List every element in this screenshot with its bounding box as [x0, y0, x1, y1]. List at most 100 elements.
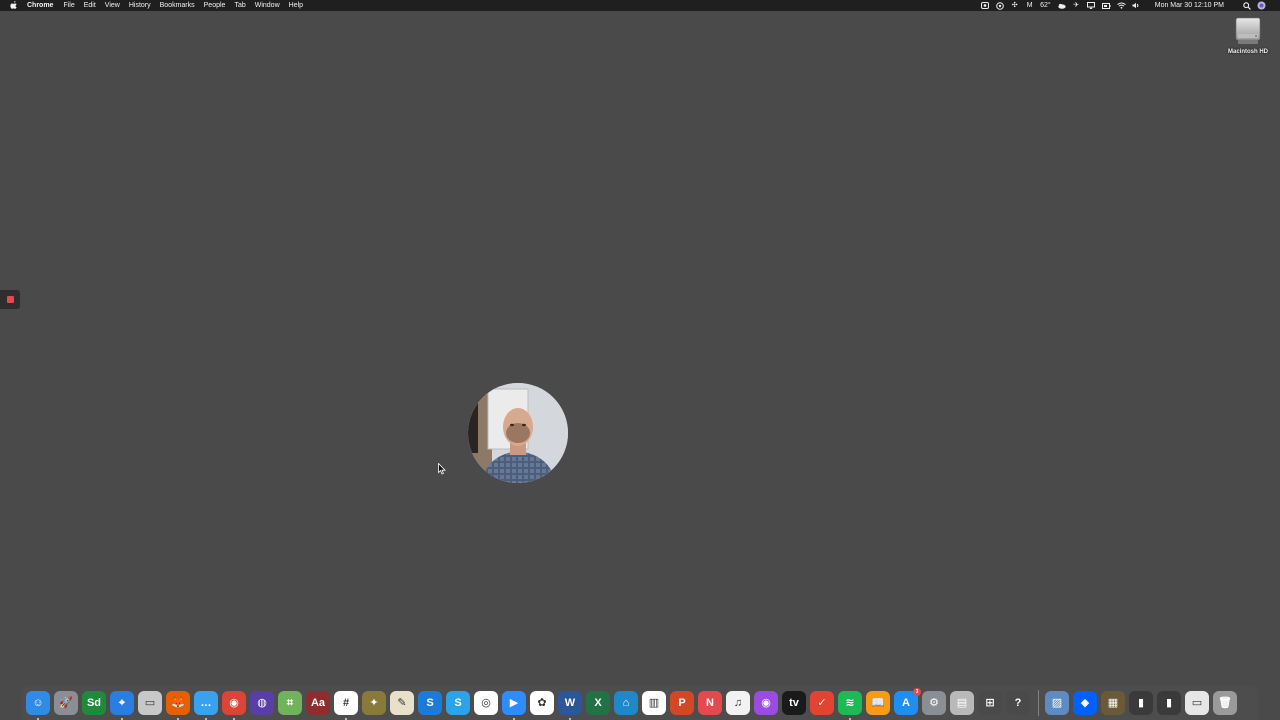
dock-item-powerpoint[interactable]: P: [670, 691, 694, 715]
dock-item-chrome[interactable]: ◉: [222, 691, 246, 720]
menu-edit[interactable]: Edit: [84, 0, 96, 11]
dock-item-scrivener[interactable]: S: [418, 691, 442, 715]
dock-item-folder-stack[interactable]: ▭: [1185, 691, 1209, 715]
trash-icon: 🗑: [1218, 696, 1232, 709]
dock-item-todoist[interactable]: ✓: [810, 691, 834, 715]
menu-people[interactable]: People: [204, 0, 226, 11]
dock-item-textedit[interactable]: ✎: [390, 691, 414, 715]
slack-icon: #: [342, 696, 350, 709]
record-stop-button[interactable]: [0, 290, 20, 309]
dock-item-drive[interactable]: ▭: [138, 691, 162, 715]
dock-item-spotify[interactable]: ≋: [838, 691, 862, 720]
notes-icon: ▤: [956, 696, 968, 709]
dock-item-siri[interactable]: ◍: [250, 691, 274, 715]
battery-icon[interactable]: [1101, 1, 1111, 10]
gmail-icon[interactable]: M: [1025, 1, 1034, 10]
sheets-icon: Sd: [86, 696, 102, 709]
news-icon: N: [706, 696, 714, 709]
numbers-icon: ▥: [648, 696, 660, 709]
apple-menu-icon[interactable]: [10, 1, 18, 10]
photos-icon: ✿: [537, 696, 547, 709]
volume-icon[interactable]: [1132, 1, 1141, 10]
dock-item-zoom[interactable]: ▶: [502, 691, 526, 720]
help-icon: ?: [1014, 696, 1022, 709]
mouse-cursor-icon: [438, 462, 446, 475]
dock-item-grid-app[interactable]: ⊞: [978, 691, 1002, 715]
dock-item-preview[interactable]: ▨: [1045, 691, 1069, 715]
dock-item-firefox[interactable]: 🦊: [166, 691, 190, 720]
dock-item-app-store[interactable]: A3: [894, 688, 921, 715]
dock-item-excel[interactable]: X: [586, 691, 610, 715]
dock-item-numbers[interactable]: ▥: [642, 691, 666, 715]
menu-history[interactable]: History: [129, 0, 151, 11]
screen-record-icon[interactable]: [980, 1, 989, 10]
dropbox-icon: ◆: [1080, 696, 1090, 709]
dock-item-dictionary[interactable]: Aa: [306, 691, 330, 715]
dock-item-notes[interactable]: ▤: [950, 691, 974, 715]
wifi-icon[interactable]: [1116, 1, 1126, 10]
dock-item-skype[interactable]: S: [446, 691, 470, 715]
cloud-icon[interactable]: [1057, 1, 1066, 10]
dock-item-maps[interactable]: ⌗: [278, 691, 302, 715]
dock-item-books[interactable]: 📖: [866, 691, 890, 715]
dock-item-folder-docs[interactable]: ▮: [1129, 691, 1153, 715]
clock-text[interactable]: Mon Mar 30 12:10 PM: [1155, 0, 1224, 11]
dock-item-folder-apps[interactable]: ▮: [1157, 691, 1181, 715]
airplay-icon[interactable]: [1087, 1, 1096, 10]
zoom-icon: ▶: [509, 696, 519, 709]
hard-drive-icon: [1234, 16, 1262, 46]
menu-bookmarks[interactable]: Bookmarks: [160, 0, 195, 11]
bird-icon[interactable]: ✈: [1072, 1, 1081, 10]
desktop-icon-label: Macintosh HD: [1227, 49, 1268, 55]
extension-icon[interactable]: ✣: [1010, 1, 1019, 10]
temperature-text[interactable]: 62°: [1040, 0, 1051, 11]
app-store-icon: A: [902, 696, 910, 709]
apple-tv-icon: tv: [789, 696, 799, 709]
dock-item-cyberduck[interactable]: ✦: [362, 691, 386, 715]
dock-item-slack[interactable]: #: [334, 691, 358, 720]
dock-item-keynote[interactable]: ⌂: [614, 691, 638, 715]
dock-item-music[interactable]: ♫: [726, 691, 750, 715]
dock-item-word[interactable]: W: [558, 691, 582, 720]
menu-window[interactable]: Window: [255, 0, 280, 11]
dock-item-dropbox[interactable]: ◆: [1073, 691, 1097, 715]
preview-icon: ▨: [1051, 696, 1063, 709]
menu-help[interactable]: Help: [289, 0, 303, 11]
word-icon: W: [564, 696, 576, 709]
desktop-icon-macintosh-hd[interactable]: Macintosh HD: [1222, 16, 1274, 55]
menu-view[interactable]: View: [105, 0, 120, 11]
messages-icon: …: [200, 696, 212, 709]
finder-icon: ☺: [32, 696, 44, 709]
user-avatar-icon[interactable]: [1257, 1, 1266, 10]
dock-item-helm[interactable]: ◎: [474, 691, 498, 715]
excel-icon: X: [594, 696, 602, 709]
spotlight-search-icon[interactable]: [1242, 1, 1251, 10]
dock-item-launchpad[interactable]: 🚀: [54, 691, 78, 715]
dock-item-messages[interactable]: …: [194, 691, 218, 720]
firefox-icon: 🦊: [171, 696, 185, 709]
dock-item-photos[interactable]: ✿: [530, 691, 554, 715]
dock-item-folder-downloads[interactable]: ▦: [1101, 691, 1125, 715]
dock-separator: [1038, 690, 1039, 716]
cyberduck-icon: ✦: [369, 696, 379, 709]
webcam-bubble[interactable]: [468, 383, 568, 483]
dock-item-trash[interactable]: 🗑: [1213, 691, 1237, 715]
spotify-icon: ≋: [845, 696, 855, 709]
dock-item-news[interactable]: N: [698, 691, 722, 715]
menu-tab[interactable]: Tab: [234, 0, 245, 11]
dock-item-system-preferences[interactable]: ⚙: [922, 691, 946, 715]
dock-item-safari[interactable]: ⌖: [110, 691, 134, 720]
loom-icon[interactable]: [995, 1, 1004, 10]
drive-icon: ▭: [144, 696, 156, 709]
music-icon: ♫: [733, 696, 743, 709]
record-stop-icon: [6, 296, 14, 303]
dock-item-sheets[interactable]: Sd: [82, 691, 106, 715]
dock-item-finder[interactable]: ☺: [26, 691, 50, 720]
textedit-icon: ✎: [397, 696, 407, 709]
dock-item-podcasts[interactable]: ◉: [754, 691, 778, 715]
dock-item-apple-tv[interactable]: tv: [782, 691, 806, 715]
menu-file[interactable]: File: [63, 0, 74, 11]
folder-downloads-icon: ▦: [1107, 696, 1119, 709]
dock-item-help[interactable]: ?: [1006, 691, 1030, 715]
app-menu[interactable]: Chrome: [27, 0, 53, 11]
